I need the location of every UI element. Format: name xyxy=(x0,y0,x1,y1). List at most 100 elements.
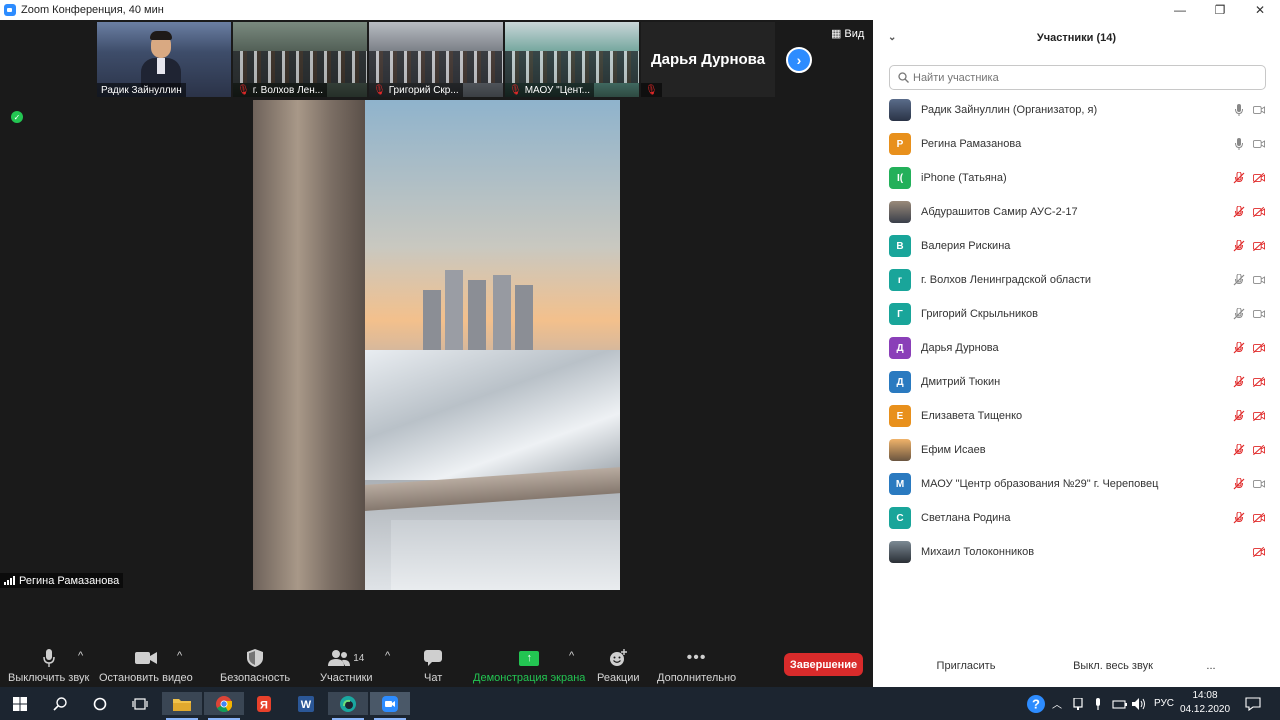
system-clock[interactable]: 14:08 04.12.2020 xyxy=(1180,689,1230,717)
microphone-muted-icon[interactable] xyxy=(1233,444,1245,456)
microphone-icon xyxy=(42,648,55,668)
participant-row[interactable]: Радик Зайнуллин (Организатор, я) xyxy=(873,93,1280,127)
panel-more-button[interactable]: ... xyxy=(1201,656,1221,676)
camera-icon[interactable] xyxy=(1253,274,1265,286)
microphone-muted-icon[interactable] xyxy=(1233,172,1245,184)
microphone-muted-icon[interactable] xyxy=(1233,274,1245,286)
camera-off-icon[interactable] xyxy=(1253,240,1265,252)
microphone-muted-icon[interactable] xyxy=(1233,478,1245,490)
next-page-button[interactable]: › xyxy=(786,47,812,73)
view-button[interactable]: ▦ Вид xyxy=(831,27,864,41)
microphone-muted-icon[interactable] xyxy=(1233,376,1245,388)
camera-off-icon[interactable] xyxy=(1253,512,1265,524)
participant-row[interactable]: г г. Волхов Ленинградской области xyxy=(873,263,1280,297)
camera-icon[interactable] xyxy=(1253,138,1265,150)
video-options-caret[interactable]: ^ xyxy=(177,650,182,662)
share-options-caret[interactable]: ^ xyxy=(569,650,574,662)
microphone-muted-icon[interactable] xyxy=(1233,410,1245,422)
yandex-browser-icon[interactable]: Я xyxy=(244,692,284,715)
participant-row[interactable]: Д Дмитрий Тюкин xyxy=(873,365,1280,399)
participant-row[interactable]: Г Григорий Скрыльников xyxy=(873,297,1280,331)
reactions-button[interactable]: Реакции xyxy=(597,648,640,684)
network-icon[interactable] xyxy=(1072,687,1084,720)
camera-off-icon[interactable] xyxy=(1253,410,1265,422)
participant-row[interactable]: Михаил Толоконников xyxy=(873,535,1280,569)
video-thumb-name-only[interactable]: Дарья Дурнова 🎙 xyxy=(641,22,775,97)
participant-row[interactable]: Р Регина Рамазанова xyxy=(873,127,1280,161)
file-explorer-icon[interactable] xyxy=(162,692,202,720)
mic-muted-icon: 🎙 xyxy=(373,84,386,96)
tray-overflow-icon[interactable]: ︿ xyxy=(1052,687,1062,720)
camera-icon[interactable] xyxy=(1253,104,1265,116)
participant-row[interactable]: Д Дарья Дурнова xyxy=(873,331,1280,365)
volume-icon[interactable] xyxy=(1132,687,1146,720)
snowy-street-image xyxy=(365,350,620,480)
video-thumb[interactable]: 🎙 г. Волхов Лен... xyxy=(233,22,367,97)
search-input[interactable] xyxy=(913,71,1253,84)
signal-strength-icon xyxy=(4,576,15,585)
collapse-chevron-icon[interactable]: ⌄ xyxy=(888,32,896,43)
camera-off-icon[interactable] xyxy=(1253,546,1265,558)
search-icon[interactable] xyxy=(40,692,80,715)
participant-name: Григорий Скрыльников xyxy=(921,308,1038,320)
camera-off-icon[interactable] xyxy=(1253,444,1265,456)
mute-options-caret[interactable]: ^ xyxy=(78,650,83,662)
word-icon[interactable]: W xyxy=(286,692,326,715)
zoom-taskbar-icon[interactable] xyxy=(370,692,410,720)
participants-button[interactable]: 14 Участники xyxy=(320,648,373,684)
video-thumb[interactable]: 🎙 МАОУ "Цент... xyxy=(505,22,639,97)
chat-button[interactable]: Чат xyxy=(424,648,442,684)
participant-row[interactable]: Ефим Исаев xyxy=(873,433,1280,467)
camera-off-icon[interactable] xyxy=(1253,376,1265,388)
microphone-tray-icon[interactable] xyxy=(1094,687,1102,720)
invite-button[interactable]: Пригласить xyxy=(933,656,999,676)
notifications-icon[interactable] xyxy=(1245,687,1261,720)
camera-icon[interactable] xyxy=(1253,478,1265,490)
video-thumb[interactable]: 🎙 Григорий Скр... xyxy=(369,22,503,97)
keyboard-language[interactable]: РУС xyxy=(1154,687,1174,720)
participant-avatar: I( xyxy=(889,167,911,189)
camera-off-icon[interactable] xyxy=(1253,342,1265,354)
participant-search[interactable] xyxy=(889,65,1266,90)
participant-avatar xyxy=(889,439,911,461)
microphone-muted-icon[interactable] xyxy=(1233,512,1245,524)
participant-row[interactable]: С Светлана Родина xyxy=(873,501,1280,535)
microphone-icon[interactable] xyxy=(1233,104,1245,116)
microphone-muted-icon[interactable] xyxy=(1233,240,1245,252)
end-meeting-button[interactable]: Завершение xyxy=(784,653,863,676)
edge-icon[interactable] xyxy=(328,692,368,720)
mute-all-button[interactable]: Выкл. весь звук xyxy=(1059,656,1167,676)
help-icon[interactable]: ? xyxy=(1027,687,1045,720)
microphone-muted-icon[interactable] xyxy=(1233,342,1245,354)
maximize-button[interactable]: ❐ xyxy=(1200,0,1240,20)
camera-off-icon[interactable] xyxy=(1253,172,1265,184)
mic-muted-icon: 🎙 xyxy=(237,84,250,96)
security-button[interactable]: Безопасность xyxy=(220,648,290,684)
shield-icon xyxy=(247,648,264,668)
more-button[interactable]: ••• Дополнительно xyxy=(657,648,736,684)
participant-avatar: Р xyxy=(889,133,911,155)
cortana-icon[interactable] xyxy=(80,692,120,715)
chrome-icon[interactable] xyxy=(204,692,244,720)
classroom-image xyxy=(369,51,503,83)
participant-row[interactable]: В Валерия Рискина xyxy=(873,229,1280,263)
microphone-icon[interactable] xyxy=(1233,138,1245,150)
participants-options-caret[interactable]: ^ xyxy=(385,650,390,662)
camera-off-icon[interactable] xyxy=(1253,206,1265,218)
participant-row[interactable]: М МАОУ "Центр образования №29" г. Черепов… xyxy=(873,467,1280,501)
battery-icon[interactable] xyxy=(1112,687,1128,720)
participant-row[interactable]: Абдурашитов Самир АУС-2-17 xyxy=(873,195,1280,229)
microphone-muted-icon[interactable] xyxy=(1233,308,1245,320)
camera-icon[interactable] xyxy=(1253,308,1265,320)
panel-title: Участники (14) xyxy=(1036,32,1117,44)
minimize-button[interactable]: — xyxy=(1160,0,1200,20)
window-controls: — ❐ ✕ xyxy=(1160,0,1280,20)
video-thumb[interactable]: Радик Зайнуллин xyxy=(97,22,231,97)
close-button[interactable]: ✕ xyxy=(1240,0,1280,20)
windows-start-icon[interactable] xyxy=(0,692,40,715)
participant-row[interactable]: I(iPhone (Татьяна) xyxy=(873,161,1280,195)
task-view-icon[interactable] xyxy=(120,692,160,715)
participant-row[interactable]: Е Елизавета Тищенко xyxy=(873,399,1280,433)
microphone-muted-icon[interactable] xyxy=(1233,206,1245,218)
encryption-shield-icon[interactable]: ✓ xyxy=(11,111,23,123)
